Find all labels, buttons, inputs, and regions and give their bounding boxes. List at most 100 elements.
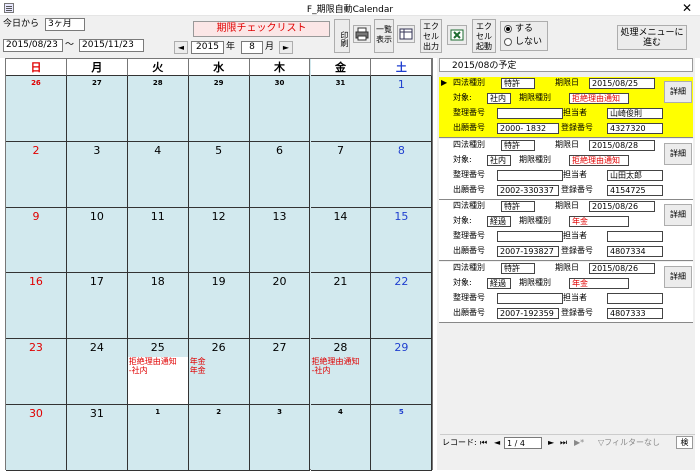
- law-type-field[interactable]: 特許: [501, 139, 535, 151]
- calendar-day-cell[interactable]: 14: [310, 207, 372, 274]
- calendar-day-cell[interactable]: 7: [310, 141, 372, 208]
- detail-button[interactable]: 詳細: [664, 265, 692, 288]
- deadline-field[interactable]: 2015/08/28: [589, 139, 655, 151]
- radio-yes[interactable]: [504, 25, 512, 33]
- calendar-day-cell[interactable]: 10: [66, 207, 128, 274]
- law-type-field[interactable]: 特許: [501, 78, 535, 89]
- calendar-day-cell[interactable]: 5: [371, 405, 433, 471]
- person-field[interactable]: 山田太郎: [607, 169, 663, 181]
- calendar-day-cell[interactable]: 27: [249, 339, 311, 405]
- calendar-day-cell[interactable]: 26 年金 年金: [188, 339, 250, 405]
- next-record-button[interactable]: ►: [548, 437, 554, 449]
- close-button[interactable]: ✕: [680, 1, 694, 15]
- schedule-record[interactable]: 四法種別 特許 期限日 2015/08/28 対象: 社内 期限種別 拒絶理由通知 整理番号 担当…: [439, 138, 693, 200]
- calendar-day-cell[interactable]: 3: [66, 141, 128, 208]
- new-record-button[interactable]: ▶*: [574, 437, 584, 449]
- reg-no-field[interactable]: 4327320: [607, 123, 663, 134]
- record-position-field[interactable]: 1 / 4: [504, 437, 542, 449]
- period-field[interactable]: 3ヶ月: [45, 18, 85, 31]
- law-type-field[interactable]: 特許: [501, 201, 535, 212]
- calendar-day-cell[interactable]: 22: [371, 273, 433, 340]
- person-field[interactable]: 山崎俊則: [607, 108, 663, 119]
- calendar-day-cell[interactable]: 18: [127, 273, 189, 340]
- law-type-field[interactable]: 特許: [501, 262, 535, 274]
- calendar-day-cell[interactable]: 2: [188, 405, 250, 471]
- target-field[interactable]: 経過: [487, 277, 511, 289]
- deadline-field[interactable]: 2015/08/25: [589, 78, 655, 89]
- ref-no-field[interactable]: [497, 231, 563, 242]
- deadline-type-field[interactable]: 年金: [569, 216, 629, 227]
- target-field[interactable]: 社内: [487, 93, 511, 104]
- date-from-field[interactable]: 2015/08/23: [3, 39, 63, 52]
- target-field[interactable]: 社内: [487, 154, 511, 166]
- target-field[interactable]: 経過: [487, 216, 511, 227]
- calendar-day-cell[interactable]: 20: [249, 273, 311, 340]
- app-no-field[interactable]: 2007-192359: [497, 307, 559, 319]
- calendar-day-cell[interactable]: 23: [6, 339, 67, 405]
- calendar-day-cell[interactable]: 8: [371, 141, 433, 208]
- person-field[interactable]: [607, 231, 663, 242]
- day-events[interactable]: 拒絶理由通知 -社内: [127, 357, 188, 404]
- month-field[interactable]: 8: [241, 41, 263, 54]
- deadline-type-field[interactable]: 拒絶理由通知: [569, 93, 629, 104]
- calendar-day-cell[interactable]: 30: [249, 76, 311, 142]
- excel-output-button[interactable]: エクセル出力: [420, 19, 442, 53]
- calendar-day-cell[interactable]: 31: [66, 405, 128, 471]
- calendar-day-cell[interactable]: 19: [188, 273, 250, 340]
- detail-button[interactable]: 詳細: [664, 204, 692, 226]
- deadline-type-field[interactable]: 拒絶理由通知: [569, 154, 629, 166]
- calendar-day-cell[interactable]: 25 拒絶理由通知 -社内: [127, 339, 189, 405]
- calendar-day-cell[interactable]: 26: [6, 76, 67, 142]
- calendar-day-cell[interactable]: 1: [127, 405, 189, 471]
- year-field[interactable]: 2015: [191, 41, 224, 54]
- calendar-day-cell[interactable]: 30: [6, 405, 67, 471]
- table-icon[interactable]: [397, 25, 415, 43]
- calendar-day-cell[interactable]: 16: [6, 273, 67, 340]
- calendar-day-cell[interactable]: 24: [66, 339, 128, 405]
- schedule-record[interactable]: ▶ 四法種別 特許 期限日 2015/08/25 対象: 社内 期限種別 拒絶理由通知 整理番号 担…: [439, 77, 693, 138]
- deadline-field[interactable]: 2015/08/26: [589, 262, 655, 274]
- prev-month-button[interactable]: ◄: [174, 41, 188, 54]
- calendar-day-cell[interactable]: 27: [66, 76, 128, 142]
- date-to-field[interactable]: 2015/11/23: [79, 39, 144, 52]
- detail-button[interactable]: 詳細: [664, 81, 692, 103]
- process-menu-button[interactable]: 処理メニューに進む: [617, 25, 687, 50]
- ref-no-field[interactable]: [497, 108, 563, 119]
- calendar-day-cell[interactable]: 17: [66, 273, 128, 340]
- reg-no-field[interactable]: 4154725: [607, 184, 663, 196]
- person-field[interactable]: [607, 292, 663, 304]
- calendar-day-cell[interactable]: 15: [371, 207, 433, 274]
- day-events[interactable]: 年金 年金: [189, 357, 249, 404]
- day-events[interactable]: 拒絶理由通知 -社内: [311, 357, 371, 404]
- calendar-day-cell[interactable]: 4: [127, 141, 189, 208]
- ref-no-field[interactable]: [497, 292, 563, 304]
- app-no-field[interactable]: 2000- 1832: [497, 123, 559, 134]
- prev-record-button[interactable]: ◄: [494, 437, 500, 449]
- calendar-day-cell[interactable]: 11: [127, 207, 189, 274]
- next-month-button[interactable]: ►: [279, 41, 293, 54]
- calendar-day-cell[interactable]: 13: [249, 207, 311, 274]
- detail-button[interactable]: 詳細: [664, 142, 692, 165]
- calendar-day-cell[interactable]: 28 拒絶理由通知 -社内: [310, 339, 372, 405]
- ref-no-field[interactable]: [497, 169, 563, 181]
- calendar-day-cell[interactable]: 31: [310, 76, 372, 142]
- calendar-day-cell[interactable]: 29: [188, 76, 250, 142]
- app-no-field[interactable]: 2002-330337: [497, 184, 559, 196]
- list-view-button[interactable]: 一覧表示: [374, 19, 394, 53]
- last-record-button[interactable]: ⏭: [560, 437, 567, 449]
- deadline-type-field[interactable]: 年金: [569, 277, 629, 289]
- printer-icon[interactable]: [353, 25, 371, 43]
- app-no-field[interactable]: 2007-193827: [497, 246, 559, 257]
- calendar-day-cell[interactable]: 28: [127, 76, 189, 142]
- calendar-day-cell[interactable]: 1: [371, 76, 433, 142]
- calendar-day-cell[interactable]: 4: [310, 405, 372, 471]
- calendar-day-cell[interactable]: 6: [249, 141, 311, 208]
- excel-launch-button[interactable]: エクセル起動: [472, 19, 496, 53]
- deadline-field[interactable]: 2015/08/26: [589, 201, 655, 212]
- schedule-record[interactable]: 四法種別 特許 期限日 2015/08/26 対象: 経過 期限種別 年金 整理番号 担当者 出願番…: [439, 200, 693, 261]
- first-record-button[interactable]: ⏮: [480, 437, 487, 449]
- search-box[interactable]: 検: [676, 436, 693, 449]
- calendar-day-cell[interactable]: 3: [249, 405, 311, 471]
- checklist-button[interactable]: 期限チェックリスト: [193, 21, 330, 37]
- calendar-day-cell[interactable]: 29: [371, 339, 433, 405]
